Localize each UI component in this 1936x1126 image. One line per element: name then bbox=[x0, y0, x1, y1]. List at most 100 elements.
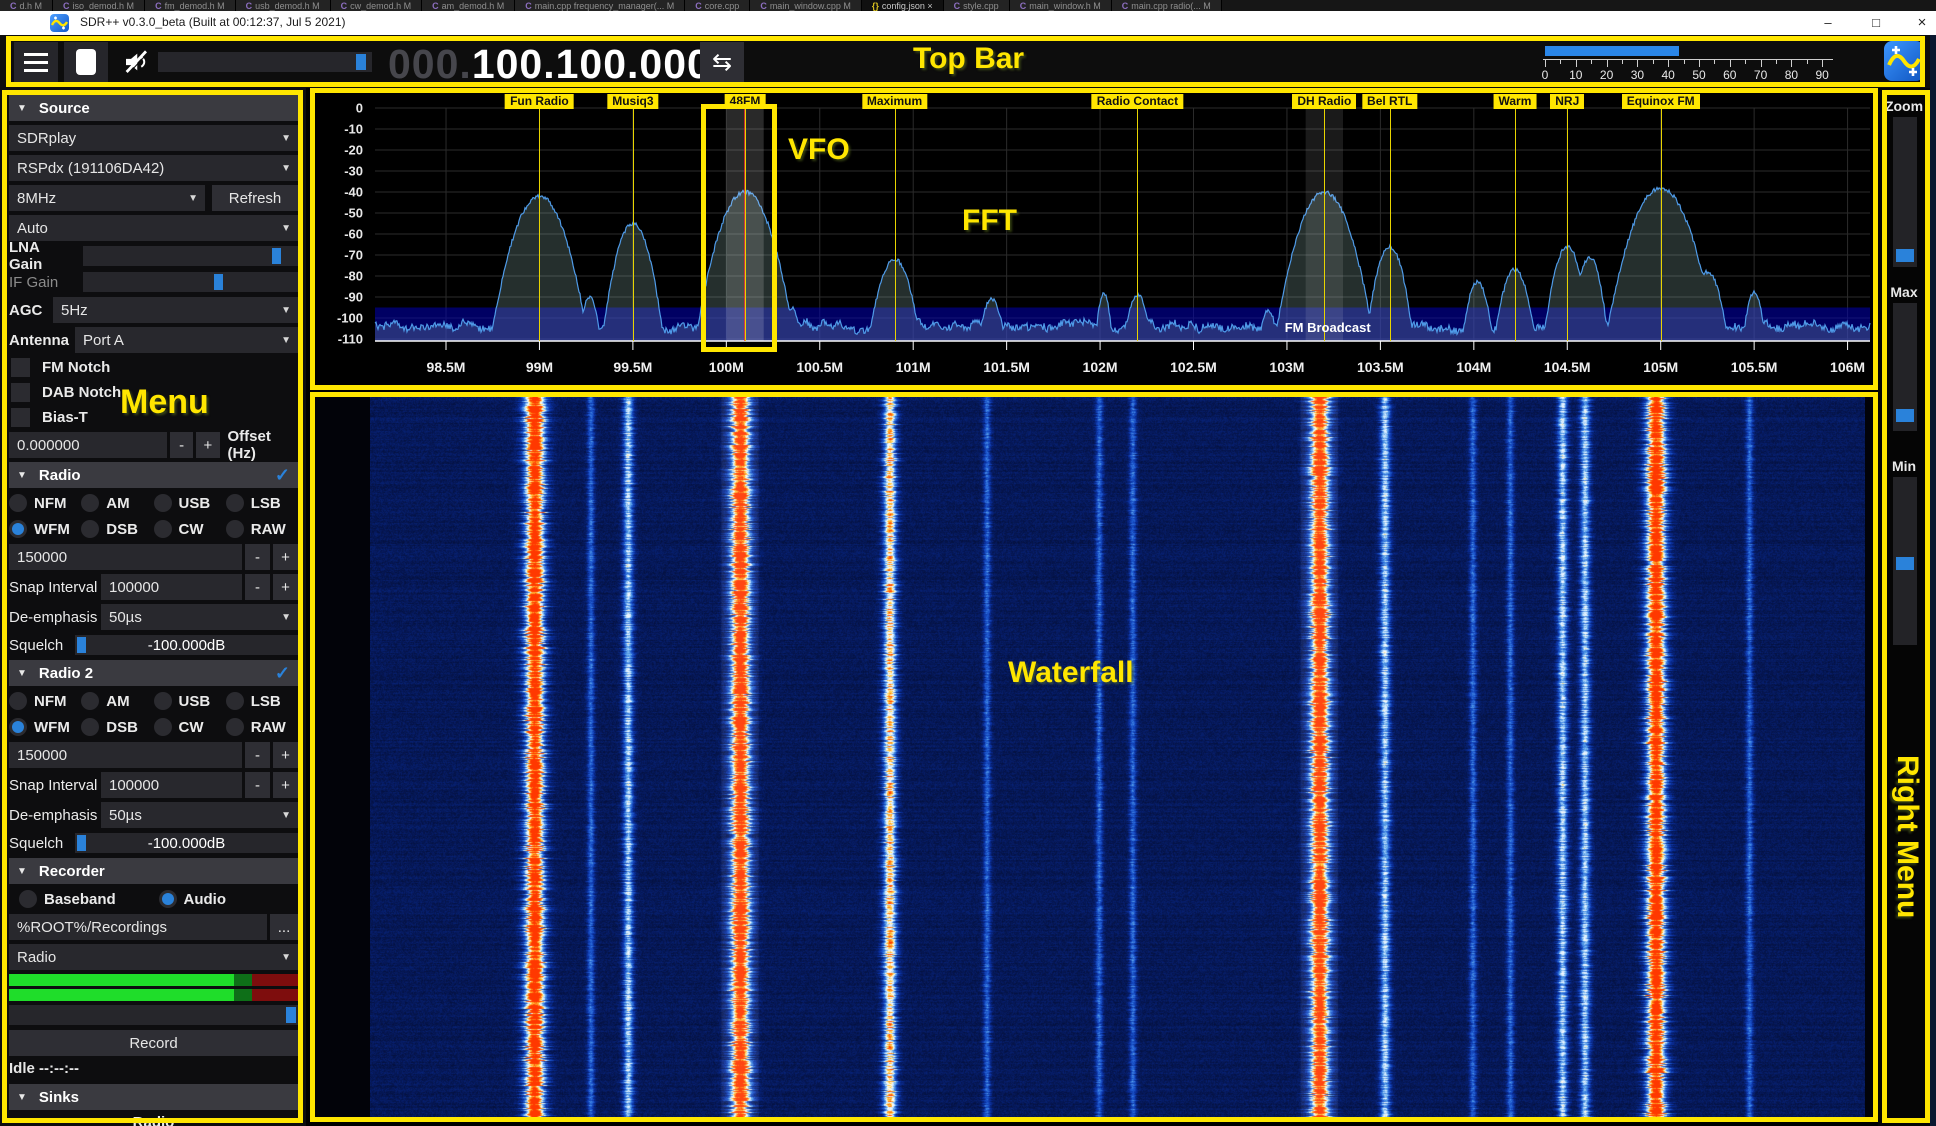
fft-scale-ruler[interactable]: 0102030405060708090 bbox=[1543, 46, 1855, 82]
station-label[interactable]: Maximum bbox=[862, 94, 927, 109]
editor-tab[interactable]: {}config.json × bbox=[862, 0, 944, 11]
section-header-radio[interactable]: ▼ Radio ✓ bbox=[9, 462, 298, 488]
station-label[interactable]: Radio Contact bbox=[1092, 94, 1183, 109]
if-gain-slider[interactable] bbox=[83, 272, 298, 292]
bandwidth-plus-button[interactable]: + bbox=[273, 742, 298, 768]
mode-option-am[interactable]: AM bbox=[81, 492, 153, 514]
offset-plus-button[interactable]: + bbox=[196, 432, 219, 458]
refresh-button[interactable]: Refresh bbox=[212, 185, 298, 211]
mode-option-raw[interactable]: RAW bbox=[226, 716, 298, 738]
tuning-mode-button[interactable]: ⇆ bbox=[700, 42, 744, 82]
editor-tab[interactable]: Cmain.cpp frequency_manager(... M bbox=[515, 0, 685, 11]
agc-select[interactable]: 5Hz ▼ bbox=[53, 297, 298, 323]
mode-option-wfm[interactable]: WFM bbox=[9, 518, 81, 540]
mode-option-raw[interactable]: RAW bbox=[226, 518, 298, 540]
snap-interval-input[interactable]: 100000 bbox=[101, 574, 242, 600]
mode-option-am[interactable]: AM bbox=[81, 690, 153, 712]
editor-tab[interactable]: Cstyle.cpp bbox=[944, 0, 1010, 11]
bandwidth-minus-button[interactable]: - bbox=[245, 544, 270, 570]
source-driver-select[interactable]: SDRplay ▼ bbox=[9, 125, 298, 151]
section-header-source[interactable]: ▼ Source bbox=[9, 95, 298, 121]
volume-slider[interactable] bbox=[158, 52, 372, 72]
enabled-check-icon[interactable]: ✓ bbox=[275, 663, 290, 684]
station-label[interactable]: Warm bbox=[1493, 94, 1536, 109]
snap-plus-button[interactable]: + bbox=[273, 574, 298, 600]
min-slider-handle[interactable] bbox=[1896, 557, 1914, 570]
zoom-slider[interactable] bbox=[1893, 117, 1917, 267]
editor-tab[interactable]: Cmain_window.h M bbox=[1010, 0, 1112, 11]
max-slider-handle[interactable] bbox=[1896, 409, 1914, 422]
close-button[interactable]: × bbox=[1902, 11, 1936, 35]
station-label[interactable]: Musiq3 bbox=[607, 94, 658, 109]
source-device-select[interactable]: RSPdx (191106DA42) ▼ bbox=[9, 155, 298, 181]
editor-tab[interactable]: Cmain.cpp radio(... M bbox=[1112, 0, 1222, 11]
source-bandwidth-select[interactable]: 8MHz ▼ bbox=[9, 185, 205, 211]
recorder-volume-handle[interactable] bbox=[286, 1007, 296, 1023]
offset-input[interactable]: 0.000000 bbox=[9, 432, 167, 458]
squelch-slider[interactable]: -100.000dB bbox=[75, 635, 298, 655]
frequency-display[interactable]: 000.100.100.000 bbox=[388, 41, 711, 88]
start-stop-button[interactable] bbox=[64, 42, 108, 82]
station-label[interactable]: Fun Radio bbox=[505, 94, 574, 109]
radio-bandwidth-input[interactable]: 150000 bbox=[9, 544, 242, 570]
if-gain-handle[interactable] bbox=[214, 274, 223, 290]
zoom-slider-handle[interactable] bbox=[1896, 249, 1914, 262]
editor-tab[interactable]: Cmain_window.cpp M bbox=[750, 0, 862, 11]
station-label[interactable]: DH Radio bbox=[1292, 94, 1356, 109]
lna-gain-slider[interactable] bbox=[83, 246, 298, 266]
source-samplerate-select[interactable]: Auto ▼ bbox=[9, 215, 298, 241]
editor-tab[interactable]: Ccw_demod.h M bbox=[331, 0, 423, 11]
snap-plus-button[interactable]: + bbox=[273, 772, 298, 798]
station-label[interactable]: Bel RTL bbox=[1362, 94, 1417, 109]
max-slider[interactable] bbox=[1893, 303, 1917, 431]
antenna-select[interactable]: Port A ▼ bbox=[75, 327, 298, 353]
mode-option-nfm[interactable]: NFM bbox=[9, 492, 81, 514]
station-label[interactable]: 48FM bbox=[725, 94, 766, 109]
section-header-recorder[interactable]: ▼ Recorder bbox=[9, 858, 298, 884]
editor-tab[interactable]: Cam_demod.h M bbox=[422, 0, 515, 11]
radio2-bandwidth-input[interactable]: 150000 bbox=[9, 742, 242, 768]
mode-option-cw[interactable]: CW bbox=[154, 518, 226, 540]
bias-t-checkbox[interactable] bbox=[11, 408, 30, 427]
menu-toggle-button[interactable] bbox=[14, 42, 58, 82]
record-button[interactable]: Record bbox=[9, 1030, 298, 1056]
editor-tab[interactable]: Cd.h M bbox=[0, 0, 53, 11]
mode-option-usb[interactable]: USB bbox=[154, 690, 226, 712]
offset-minus-button[interactable]: - bbox=[170, 432, 193, 458]
snap-interval-input[interactable]: 100000 bbox=[101, 772, 242, 798]
recorder-volume-slider[interactable] bbox=[9, 1005, 298, 1025]
mode-option-nfm[interactable]: NFM bbox=[9, 690, 81, 712]
lna-gain-handle[interactable] bbox=[272, 248, 281, 264]
minimize-button[interactable]: – bbox=[1808, 11, 1848, 35]
mode-option-dsb[interactable]: DSB bbox=[81, 518, 153, 540]
editor-tab[interactable]: Cusb_demod.h M bbox=[236, 0, 331, 11]
section-header-sinks[interactable]: ▼ Sinks bbox=[9, 1084, 298, 1110]
waterfall-display[interactable] bbox=[310, 392, 1878, 1122]
mode-option-usb[interactable]: USB bbox=[154, 492, 226, 514]
fm-notch-checkbox[interactable] bbox=[11, 358, 30, 377]
squelch2-slider[interactable]: -100.000dB bbox=[75, 833, 298, 853]
bandwidth-plus-button[interactable]: + bbox=[273, 544, 298, 570]
mode-option-wfm[interactable]: WFM bbox=[9, 716, 81, 738]
dab-notch-checkbox[interactable] bbox=[11, 383, 30, 402]
station-label[interactable]: Equinox FM bbox=[1622, 94, 1700, 109]
snap-minus-button[interactable]: - bbox=[245, 772, 270, 798]
mode-option-lsb[interactable]: LSB bbox=[226, 492, 298, 514]
maximize-button[interactable]: □ bbox=[1856, 11, 1896, 35]
enabled-check-icon[interactable]: ✓ bbox=[275, 465, 290, 486]
mode-option-lsb[interactable]: LSB bbox=[226, 690, 298, 712]
min-slider[interactable] bbox=[1893, 477, 1917, 645]
deemphasis-select[interactable]: 50µs ▼ bbox=[101, 604, 298, 630]
bandwidth-minus-button[interactable]: - bbox=[245, 742, 270, 768]
recording-path-input[interactable]: %ROOT%/Recordings bbox=[9, 914, 267, 940]
station-label[interactable]: NRJ bbox=[1550, 94, 1584, 109]
recorder-mode-audio[interactable]: Audio bbox=[159, 888, 299, 910]
recorder-stream-select[interactable]: Radio ▼ bbox=[9, 944, 298, 970]
fft-plot[interactable]: 0-10-20-30-40-50-60-70-80-90-100-11098.5… bbox=[310, 88, 1878, 390]
editor-tab[interactable]: Ciso_demod.h M bbox=[53, 0, 145, 11]
recorder-mode-baseband[interactable]: Baseband bbox=[19, 888, 159, 910]
deemphasis-select[interactable]: 50µs ▼ bbox=[101, 802, 298, 828]
section-header-radio2[interactable]: ▼ Radio 2 ✓ bbox=[9, 660, 298, 686]
mode-option-dsb[interactable]: DSB bbox=[81, 716, 153, 738]
editor-tab[interactable]: Cfm_demod.h M bbox=[145, 0, 236, 11]
